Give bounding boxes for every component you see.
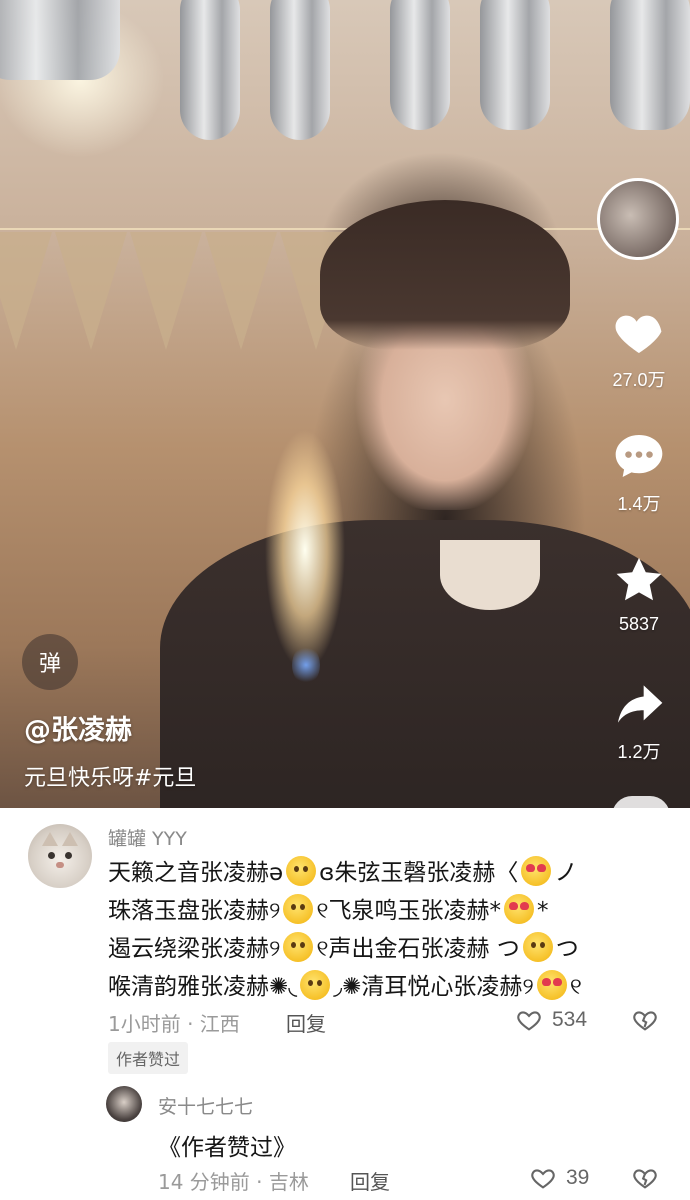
surprised-emoji-icon (283, 894, 314, 924)
reply-like-count: 39 (566, 1166, 590, 1189)
balloon-decoration (180, 0, 240, 140)
commenter-name[interactable]: 罐罐 YYY (108, 824, 187, 851)
person-hair (320, 200, 570, 350)
tongue-emoji-icon (283, 932, 314, 962)
dislike-icon (633, 1169, 657, 1189)
comment-like-button[interactable]: 534 (514, 1006, 587, 1034)
reply-text[interactable]: 《作者赞过》 (158, 1128, 296, 1162)
reply-avatar[interactable] (106, 1086, 142, 1122)
danmu-toggle-button[interactable]: 弹 (22, 634, 78, 690)
video-author[interactable]: @张凌赫 (24, 708, 132, 747)
dislike-icon (633, 1011, 657, 1031)
heart-icon (615, 315, 662, 353)
pennant-banner (0, 232, 360, 362)
heart-outline-icon (531, 1169, 555, 1189)
comment-time-location: 1小时前 · 江西 (108, 1012, 240, 1036)
favorite-button[interactable]: 5837 (594, 552, 684, 635)
like-button[interactable]: 27.0万 (594, 304, 684, 392)
balloon-decoration (270, 0, 330, 140)
reply-user-name[interactable]: 安十七七七 (158, 1092, 253, 1119)
heart-outline-icon (517, 1011, 541, 1031)
share-button[interactable]: 1.2万 (594, 676, 684, 764)
author-avatar[interactable] (597, 178, 679, 260)
balloon-decoration (480, 0, 550, 130)
star-icon (616, 557, 662, 601)
reply-time-location: 14 分钟前 · 吉林 (158, 1170, 309, 1194)
reply-reply-button[interactable]: 回复 (350, 1166, 390, 1195)
reply-like-button[interactable]: 39 (528, 1164, 589, 1192)
smile-emoji-icon (286, 856, 317, 886)
video-player[interactable]: 27.0万 1.4万 5837 1.2万 弹 @张凌赫 元旦快乐呀#元旦 (0, 0, 690, 808)
share-count: 1.2万 (617, 742, 661, 762)
comment-icon (615, 435, 663, 477)
comment-section: 罐罐 YYY 天籁之音张凌赫ə ɞ朱弦玉磬张凌赫〈ノ 珠落玉盘张凌赫୨ ୧飞泉鸣玉张… (0, 808, 690, 1200)
favorite-count: 5837 (618, 614, 660, 634)
heart-eyes-emoji-icon (536, 970, 567, 1000)
comment-button[interactable]: 1.4万 (594, 428, 684, 516)
dislike-button[interactable] (630, 1006, 660, 1034)
video-caption[interactable]: 元旦快乐呀#元旦 (24, 760, 196, 792)
comment-text[interactable]: 天籁之音张凌赫ə ɞ朱弦玉磬张凌赫〈ノ 珠落玉盘张凌赫୨ ୧飞泉鸣玉张凌赫* * 遏云… (108, 854, 678, 1006)
grin-emoji-icon (300, 970, 331, 1000)
kiss-emoji-icon (522, 932, 553, 962)
share-icon (618, 685, 663, 723)
heart-eyes-emoji-icon (503, 894, 534, 924)
heart-eyes-emoji-icon (521, 856, 552, 886)
sparkler-flame-blue (292, 645, 320, 685)
balloon-decoration (0, 0, 120, 80)
person-collar (440, 540, 540, 610)
comment-like-count: 534 (552, 1008, 588, 1031)
balloon-decoration (390, 0, 450, 130)
like-count: 27.0万 (612, 370, 666, 390)
reply-button[interactable]: 回复 (286, 1008, 326, 1037)
balloon-decoration (610, 0, 690, 130)
reply-dislike-button[interactable] (630, 1164, 660, 1192)
commenter-avatar[interactable] (28, 824, 92, 888)
comment-count: 1.4万 (617, 494, 661, 514)
danmu-icon: 弹 (38, 652, 61, 677)
author-liked-badge: 作者赞过 (108, 1042, 189, 1074)
